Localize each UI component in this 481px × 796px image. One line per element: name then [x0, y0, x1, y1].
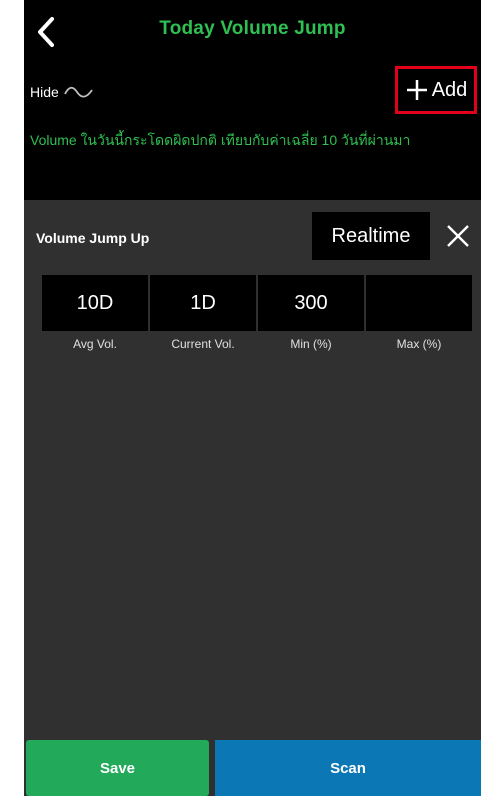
hide-label: Hide — [30, 84, 59, 100]
header: Today Volume Jump Hide Add Volume ในวันน… — [24, 0, 481, 200]
realtime-selector[interactable]: Realtime — [312, 212, 430, 260]
add-button[interactable]: Add — [395, 66, 477, 114]
scan-button[interactable]: Scan — [215, 740, 481, 796]
condition-label: Volume Jump Up — [36, 230, 150, 246]
min-percent-label: Min (%) — [290, 337, 332, 351]
plus-icon — [406, 80, 427, 100]
screen: Today Volume Jump Hide Add Volume ในวันน… — [24, 0, 481, 796]
remove-condition-button[interactable] — [444, 222, 472, 250]
avg-vol-label: Avg Vol. — [73, 337, 117, 351]
current-vol-field[interactable]: 1D — [150, 275, 256, 331]
description-text: Volume ในวันนี้กระโดดผิดปกติ เทียบกับค่า… — [30, 132, 411, 148]
save-button[interactable]: Save — [26, 740, 209, 796]
condition-values: 10D 1D 300 — [42, 275, 472, 331]
max-percent-label: Max (%) — [396, 337, 442, 351]
avg-vol-field[interactable]: 10D — [42, 275, 148, 331]
page-title: Today Volume Jump — [159, 18, 346, 39]
hide-toggle[interactable]: Hide — [30, 84, 94, 100]
current-vol-label: Current Vol. — [171, 337, 235, 351]
wave-icon — [63, 86, 93, 98]
close-icon — [447, 225, 469, 247]
add-label: Add — [431, 78, 468, 101]
condition-value-labels: Avg Vol. Current Vol. Min (%) Max (%) — [42, 337, 472, 351]
min-percent-field[interactable]: 300 — [258, 275, 364, 331]
max-percent-field[interactable] — [366, 275, 472, 331]
